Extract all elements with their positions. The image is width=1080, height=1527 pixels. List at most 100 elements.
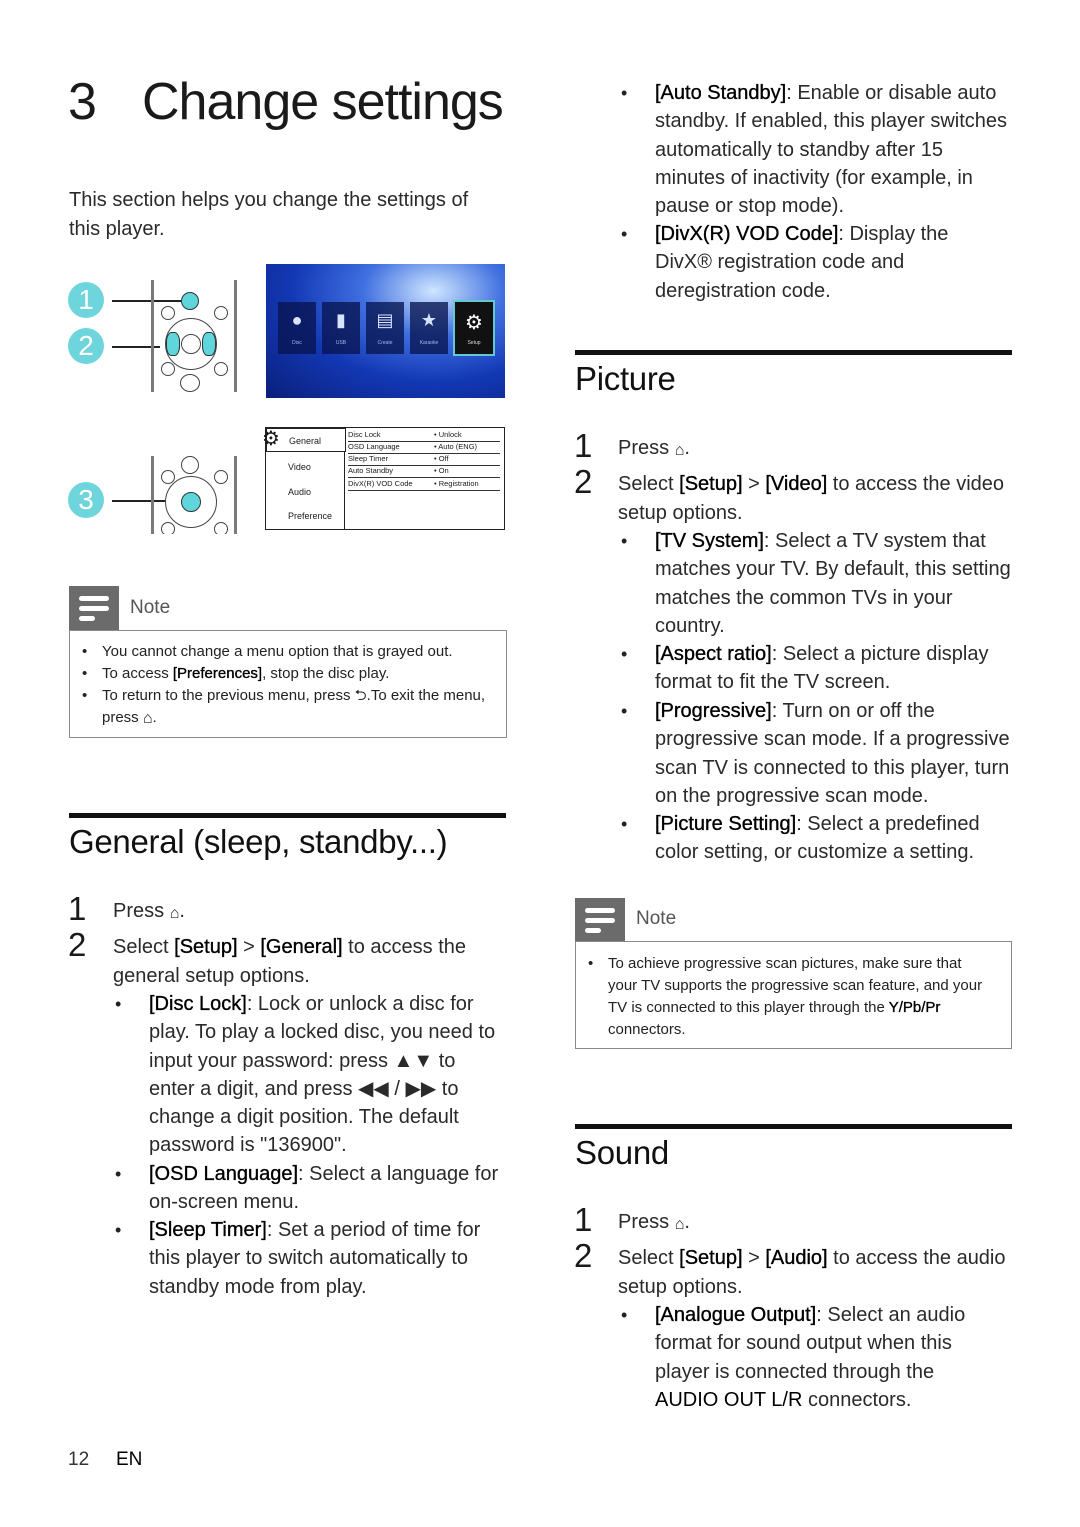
bullet-dot: • xyxy=(621,701,628,721)
bullet-dot: • xyxy=(621,83,628,103)
karaoke-icon: ★ xyxy=(420,310,438,330)
note-item: To return to the previous menu, press ⮌.… xyxy=(70,685,506,729)
bullet-dot: • xyxy=(621,814,628,834)
stop-button-icon xyxy=(214,362,228,376)
remote-figure-bottom: 3 xyxy=(66,456,246,534)
bullet-dot: • xyxy=(621,224,628,244)
home-tile-disc: ● Disc xyxy=(278,302,316,354)
home-icon: ⌂ xyxy=(674,442,685,459)
section-title-sound: Sound xyxy=(575,1134,669,1171)
setting-item-sleep-timer: [Sleep Timer]: Set a period of time for … xyxy=(149,1219,481,1298)
bullet-dot: • xyxy=(115,1220,122,1240)
language-code: EN xyxy=(116,1449,143,1470)
mp3-icon: ▤ xyxy=(376,310,394,330)
back-button-icon xyxy=(161,522,175,534)
note-icon xyxy=(575,898,625,942)
disc-icon: ● xyxy=(291,310,303,330)
step-number: 1 xyxy=(574,1201,593,1238)
bullet-dot: • xyxy=(621,531,628,551)
prev-button-icon xyxy=(166,332,180,356)
menu-category-audio: Audio xyxy=(288,487,312,497)
setting-item-analogue-output: [Analogue Output]: Select an audio forma… xyxy=(655,1304,966,1411)
leader-line xyxy=(112,300,188,302)
disc-menu-button-icon xyxy=(161,306,175,320)
remote-figure-top: 1 2 xyxy=(66,280,246,392)
remote-edge xyxy=(151,280,154,392)
setup-menu-screenshot: General Video Audio Preference ⚙ Disc Lo… xyxy=(262,427,505,530)
home-icon: ⌂ xyxy=(674,1216,685,1233)
setting-item-osd-language: [OSD Language]: Select a language for on… xyxy=(149,1163,499,1214)
section-title-general: General (sleep, standby...) xyxy=(69,823,448,860)
section-rule xyxy=(575,1124,1012,1129)
section-title-picture: Picture xyxy=(575,360,676,397)
next-button-icon xyxy=(202,332,216,356)
note-item: You cannot change a menu option that is … xyxy=(70,641,506,663)
step-number: 1 xyxy=(68,890,87,927)
back-icon: ⮌ xyxy=(354,687,367,704)
step-text: Select [Setup] > [Audio] to access the a… xyxy=(618,1247,1006,1298)
note-icon xyxy=(69,586,119,630)
bullet-dot: • xyxy=(621,644,628,664)
note-box: You cannot change a menu option that is … xyxy=(69,630,507,738)
ok-button-icon xyxy=(181,334,201,354)
menu-category-video: Video xyxy=(288,462,311,472)
note-title: Note xyxy=(636,908,677,929)
step-text: Press ⌂. xyxy=(618,1208,1008,1239)
step-text: Press ⌂. xyxy=(618,434,1008,465)
setting-item-auto-standby: [Auto Standby]: Enable or disable auto s… xyxy=(655,82,1008,218)
note-box: To achieve progressive scan pictures, ma… xyxy=(575,941,1012,1049)
section-rule xyxy=(69,813,506,818)
ok-button-icon xyxy=(181,492,201,512)
usb-icon: ▮ xyxy=(336,310,346,330)
step-text: Select [Setup] > [Video] to access the v… xyxy=(618,473,1005,524)
note-title: Note xyxy=(130,597,171,618)
step-badge-1: 1 xyxy=(68,282,104,318)
setting-item-progressive: [Progressive]: Turn on or off the progre… xyxy=(655,700,1010,807)
setting-item-aspect-ratio: [Aspect ratio]: Select a picture display… xyxy=(655,643,989,694)
home-menu-screenshot: ● Disc ▮ USB ▤ Create ★ Karaoke ⚙ Setup xyxy=(266,264,505,398)
remote-edge xyxy=(234,456,237,534)
menu-option-row: Auto Standby • On xyxy=(348,465,500,478)
step-text: Select [Setup] > [General] to access the… xyxy=(113,936,467,987)
note-item: To access [Preferences], stop the disc p… xyxy=(70,663,506,685)
remote-edge xyxy=(151,456,154,534)
home-tile-setup: ⚙ Setup xyxy=(453,300,495,356)
option-button-icon xyxy=(214,306,228,320)
gear-icon: ⚙ xyxy=(465,312,483,334)
setting-item-tv-system: [TV System]: Select a TV system that mat… xyxy=(655,530,1011,637)
chapter-number: 3 xyxy=(68,73,97,131)
step-badge-3: 3 xyxy=(68,482,104,518)
step-number: 2 xyxy=(68,926,87,963)
setting-item-picture-setting: [Picture Setting]: Select a predefined c… xyxy=(655,813,980,864)
home-button-icon xyxy=(181,456,199,474)
step-number: 2 xyxy=(574,1237,593,1274)
step-text: Press ⌂. xyxy=(113,897,503,928)
menu-categories: General Video Audio Preference ⚙ xyxy=(262,428,346,529)
play-pause-button-icon xyxy=(180,374,200,392)
step-number: 1 xyxy=(574,427,593,464)
home-tile-usb: ▮ USB xyxy=(322,302,360,354)
step-badge-2: 2 xyxy=(68,328,104,364)
note-item: To achieve progressive scan pictures, ma… xyxy=(576,953,1011,1041)
step-number: 2 xyxy=(574,463,593,500)
bullet-dot: • xyxy=(115,1164,122,1184)
option-button-icon xyxy=(214,470,228,484)
home-icon: ⌂ xyxy=(169,905,180,922)
home-icon: ⌂ xyxy=(142,710,153,727)
chapter-title: Change settings xyxy=(142,73,504,131)
home-button-icon xyxy=(181,292,199,310)
menu-option-row: DivX(R) VOD Code • Registration xyxy=(348,478,500,491)
section-rule xyxy=(575,350,1012,355)
back-button-icon xyxy=(161,362,175,376)
setting-item-divx-vod-code: [DivX(R) VOD Code]: Display the DivX® re… xyxy=(655,223,949,302)
setting-item-disc-lock: [Disc Lock]: Lock or unlock a disc for p… xyxy=(149,993,496,1157)
home-tile-karaoke: ★ Karaoke xyxy=(410,302,448,354)
remote-edge xyxy=(234,280,237,392)
intro-paragraph: This section helps you change the settin… xyxy=(69,189,469,240)
gear-icon: ⚙ xyxy=(262,428,280,450)
menu-category-preference: Preference xyxy=(288,511,333,521)
stop-button-icon xyxy=(214,522,228,534)
page-number: 12 xyxy=(68,1449,90,1470)
bullet-dot: • xyxy=(621,1305,628,1325)
bullet-dot: • xyxy=(115,994,122,1014)
